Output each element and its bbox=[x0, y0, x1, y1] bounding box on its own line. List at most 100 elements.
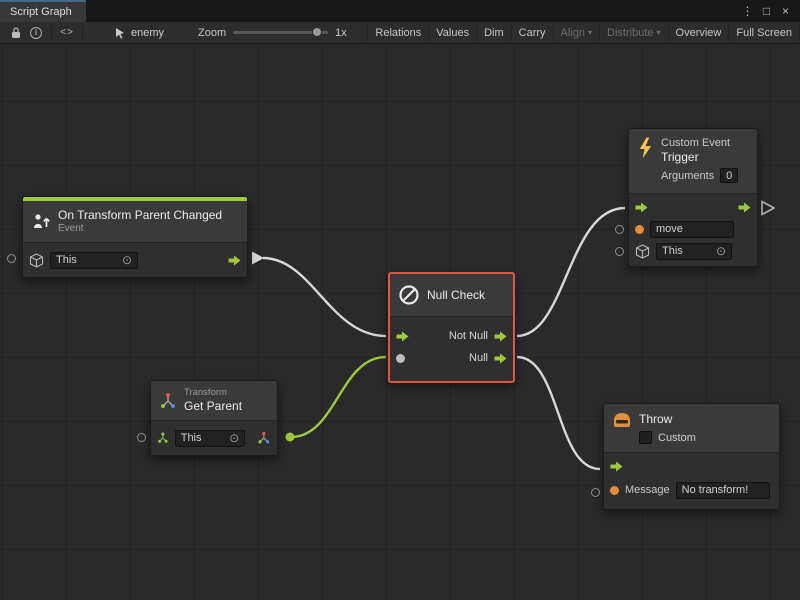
button-label: Overview bbox=[676, 27, 722, 39]
trigger-output-marker[interactable] bbox=[762, 202, 774, 215]
input-port-circle[interactable] bbox=[615, 247, 624, 256]
graph-breadcrumb[interactable]: enemy bbox=[114, 27, 164, 39]
node-header[interactable]: On Transform Parent Changed Event bbox=[23, 201, 247, 242]
button-label: Relations bbox=[375, 27, 421, 39]
wire-get-parent-to-null-check[interactable] bbox=[291, 357, 386, 437]
distribute-button[interactable]: Distribute ▾ bbox=[600, 22, 668, 43]
arguments-row: Arguments 0 bbox=[661, 168, 749, 183]
node-throw[interactable]: Throw Custom Message No transform! bbox=[603, 403, 780, 510]
custom-label: Custom bbox=[658, 432, 696, 444]
target-picker-icon[interactable]: ⊙ bbox=[716, 245, 726, 257]
wire-event-to-null-check[interactable] bbox=[263, 258, 386, 336]
node-on-transform-parent-changed[interactable]: On Transform Parent Changed Event This ⊙ bbox=[22, 196, 248, 278]
relations-button[interactable]: Relations bbox=[368, 22, 429, 43]
lock-icon-glyph bbox=[10, 26, 22, 39]
fullscreen-button[interactable]: Full Screen bbox=[729, 22, 800, 43]
custom-checkbox[interactable] bbox=[639, 431, 652, 444]
menu-icon[interactable]: ⋮ bbox=[738, 0, 757, 22]
wire-start-dot bbox=[286, 433, 295, 442]
node-null-check[interactable]: Null Check Not Null Null bbox=[388, 272, 515, 383]
node-header-text: On Transform Parent Changed Event bbox=[58, 208, 222, 235]
graph-asset-icon bbox=[114, 27, 126, 39]
maximize-icon[interactable]: □ bbox=[757, 0, 776, 22]
custom-event-lightning-icon bbox=[637, 137, 654, 159]
close-icon[interactable]: × bbox=[776, 0, 795, 22]
target-dropdown[interactable]: This ⊙ bbox=[50, 252, 138, 269]
arguments-label: Arguments bbox=[661, 170, 714, 182]
target-dropdown[interactable]: This ⊙ bbox=[656, 243, 732, 260]
node-header-text: Custom Event Trigger Arguments 0 bbox=[661, 137, 749, 183]
target-picker-icon[interactable]: ⊙ bbox=[122, 254, 132, 266]
target-dropdown[interactable]: This ⊙ bbox=[175, 430, 246, 447]
message-field[interactable]: No transform! bbox=[676, 482, 770, 499]
message-label: Message bbox=[625, 484, 670, 496]
button-label: Full Screen bbox=[736, 27, 792, 39]
info-icon-glyph: i bbox=[30, 27, 42, 39]
overview-button[interactable]: Overview bbox=[669, 22, 730, 43]
zoom-slider-thumb[interactable] bbox=[312, 27, 322, 37]
target-row: This ⊙ bbox=[151, 425, 277, 451]
node-body: Not Null Null bbox=[390, 316, 513, 381]
target-value: This bbox=[181, 432, 202, 444]
node-category: Transform bbox=[184, 387, 242, 399]
transform-output-port-icon[interactable] bbox=[257, 431, 271, 445]
dim-button[interactable]: Dim bbox=[477, 22, 512, 43]
node-title: Null Check bbox=[427, 288, 485, 303]
tab-title: Script Graph bbox=[10, 6, 72, 18]
node-title: On Transform Parent Changed bbox=[58, 208, 222, 223]
node-header[interactable]: Custom Event Trigger Arguments 0 bbox=[629, 129, 757, 193]
node-body: This ⊙ bbox=[23, 242, 247, 277]
wire-not-null-to-trigger[interactable] bbox=[517, 208, 625, 336]
control-input-arrow-icon[interactable] bbox=[396, 331, 409, 342]
string-input-port[interactable] bbox=[610, 486, 619, 495]
carry-button[interactable]: Carry bbox=[512, 22, 554, 43]
transform-type-icon bbox=[157, 432, 169, 444]
not-null-row: Not Null bbox=[390, 325, 513, 347]
zoom-label: Zoom bbox=[198, 27, 226, 39]
toolbar-separator bbox=[82, 26, 83, 40]
control-output-arrow-icon[interactable] bbox=[738, 202, 751, 213]
node-header[interactable]: Transform Get Parent bbox=[151, 381, 277, 420]
align-button[interactable]: Align ▾ bbox=[554, 22, 600, 43]
event-name-field[interactable]: move bbox=[650, 221, 734, 238]
zoom-slider[interactable] bbox=[233, 31, 328, 34]
transform-parent-changed-icon bbox=[31, 212, 51, 232]
chevron-down-icon: ▾ bbox=[657, 28, 661, 37]
node-header[interactable]: Throw Custom bbox=[604, 404, 779, 452]
node-category: Custom Event bbox=[661, 137, 749, 150]
node-trigger-custom-event[interactable]: Custom Event Trigger Arguments 0 bbox=[628, 128, 758, 267]
wire-null-to-throw[interactable] bbox=[517, 357, 600, 469]
graph-canvas[interactable]: On Transform Parent Changed Event This ⊙ bbox=[0, 44, 800, 600]
target-picker-icon[interactable]: ⊙ bbox=[229, 432, 239, 444]
node-header-text: Transform Get Parent bbox=[184, 387, 242, 414]
input-port-circle[interactable] bbox=[7, 254, 16, 263]
string-input-port[interactable] bbox=[635, 225, 644, 234]
control-output-arrow-icon[interactable] bbox=[228, 255, 241, 266]
input-port-circle[interactable] bbox=[137, 433, 146, 442]
null-row: Null bbox=[390, 347, 513, 369]
control-output-arrow-icon[interactable] bbox=[494, 353, 507, 364]
gameobject-cube-icon bbox=[635, 244, 650, 259]
target-row: This ⊙ bbox=[23, 247, 247, 273]
info-icon[interactable]: i bbox=[26, 22, 46, 44]
control-input-arrow-icon[interactable] bbox=[635, 202, 648, 213]
arguments-field[interactable]: 0 bbox=[720, 168, 738, 183]
graph-name: enemy bbox=[131, 27, 164, 39]
lock-icon[interactable] bbox=[6, 22, 26, 44]
input-port-circle[interactable] bbox=[591, 488, 600, 497]
target-value: This bbox=[56, 254, 77, 266]
toolbar-separator bbox=[51, 26, 52, 40]
control-output-arrow-icon[interactable] bbox=[494, 331, 507, 342]
code-icon[interactable]: <> bbox=[57, 22, 77, 44]
node-header[interactable]: Null Check bbox=[390, 274, 513, 316]
null-check-icon bbox=[398, 284, 420, 306]
button-label: Values bbox=[436, 27, 469, 39]
node-get-parent[interactable]: Transform Get Parent This ⊙ bbox=[150, 380, 278, 456]
values-button[interactable]: Values bbox=[429, 22, 477, 43]
value-input-port[interactable] bbox=[396, 354, 405, 363]
control-input-arrow-icon[interactable] bbox=[610, 461, 623, 472]
input-port-circle[interactable] bbox=[615, 225, 624, 234]
tab-script-graph[interactable]: Script Graph bbox=[0, 0, 86, 22]
code-icon-glyph: <> bbox=[60, 27, 74, 38]
zoom-control: Zoom 1x bbox=[198, 27, 347, 39]
